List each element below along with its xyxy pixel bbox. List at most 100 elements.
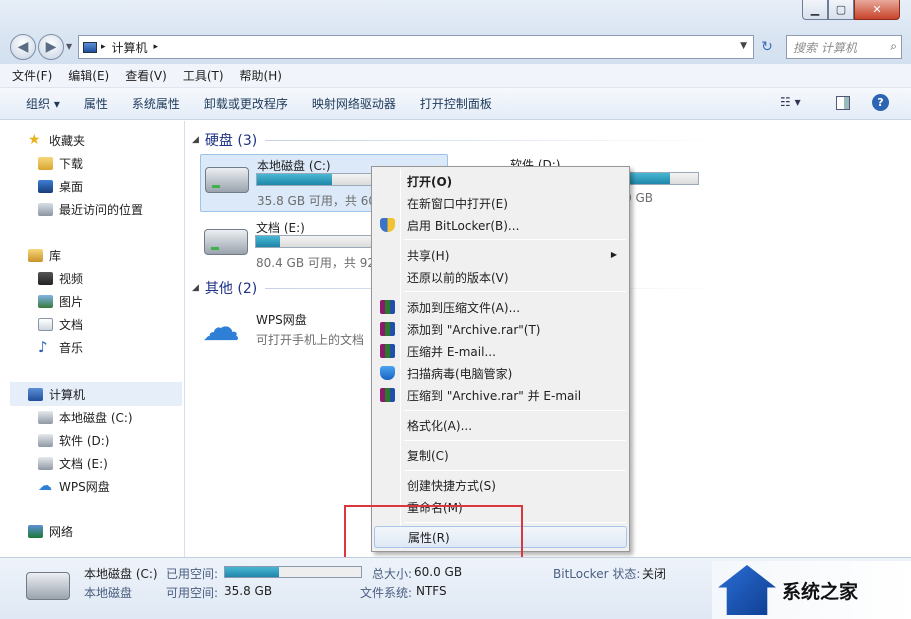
- menu-item-scan-virus[interactable]: 扫描病毒(电脑管家): [374, 362, 627, 384]
- menu-item-compress-rar-email[interactable]: 压缩到 "Archive.rar" 并 E-mail: [374, 384, 627, 406]
- map-network-drive-button[interactable]: 映射网络驱动器: [312, 95, 396, 112]
- drive-c-usage-fill: [257, 174, 333, 185]
- help-icon[interactable]: ?: [872, 94, 889, 111]
- collapse-icon[interactable]: ◢: [192, 135, 199, 145]
- menu-item-add-archive-label: 添加到压缩文件(A)...: [407, 300, 521, 315]
- properties-button[interactable]: 属性: [84, 95, 108, 112]
- drive-e-capacity: 80.4 GB 可用，共 92: [256, 256, 375, 270]
- nav-pictures-label: 图片: [59, 294, 84, 309]
- nav-pictures[interactable]: 图片: [38, 291, 83, 311]
- collapse-icon[interactable]: ◢: [192, 283, 199, 293]
- nav-library[interactable]: 库: [28, 245, 61, 265]
- breadcrumb-computer[interactable]: 计算机: [112, 39, 148, 56]
- organize-button[interactable]: 组织 ▾: [26, 95, 60, 112]
- breadcrumb-separator-icon[interactable]: ▸: [154, 42, 159, 52]
- menu-view[interactable]: 查看(V): [125, 67, 167, 84]
- nav-recent-label: 最近访问的位置: [59, 202, 144, 217]
- menu-item-compress-email[interactable]: 压缩并 E-mail...: [374, 340, 627, 362]
- nav-downloads-label: 下载: [59, 156, 84, 171]
- nav-network[interactable]: 网络: [28, 521, 73, 541]
- search-input[interactable]: 搜索 计算机 ⌕: [786, 35, 902, 59]
- menu-item-open-new-label: 在新窗口中打开(E): [407, 196, 508, 211]
- menu-item-open[interactable]: 打开(O): [374, 170, 627, 192]
- minimize-button[interactable]: ▁: [802, 0, 828, 20]
- menu-bar: 文件(F) 编辑(E) 查看(V) 工具(T) 帮助(H): [0, 64, 911, 88]
- group-other-label: 其他 (2): [204, 281, 258, 297]
- menu-item-share[interactable]: 共享(H) ▶: [374, 244, 627, 266]
- system-drive-icon: [26, 572, 70, 600]
- menu-item-bitlocker[interactable]: 启用 BitLocker(B)...: [374, 214, 627, 236]
- system-properties-button[interactable]: 系统属性: [132, 95, 180, 112]
- nav-videos[interactable]: 视频: [38, 268, 83, 288]
- drive-e-usage-fill: [256, 236, 281, 247]
- nav-favorites[interactable]: ★ 收藏夹: [28, 130, 85, 150]
- menu-item-share-label: 共享(H): [407, 248, 450, 263]
- nav-drive-d[interactable]: 软件 (D:): [38, 430, 109, 450]
- recent-pages-dropdown[interactable]: ▼: [66, 42, 72, 51]
- nav-drive-e[interactable]: 文档 (E:): [38, 453, 108, 473]
- back-button[interactable]: ◀: [10, 34, 36, 60]
- close-button[interactable]: ✕: [854, 0, 900, 20]
- menu-file[interactable]: 文件(F): [12, 67, 52, 84]
- explorer-window: ▁ ▢ ✕ ◀ ▶ ▼ ▸ 计算机 ▸ ▼ ↻ 搜索 计算机 ⌕ 文件(F) 编…: [0, 0, 911, 619]
- music-icon: ♪: [38, 337, 48, 356]
- uninstall-program-button[interactable]: 卸载或更改程序: [204, 95, 288, 112]
- security-shield-icon: [380, 366, 395, 380]
- address-dropdown-icon[interactable]: ▼: [740, 41, 747, 51]
- watermark-text: 系统之家: [782, 580, 859, 603]
- menu-item-restore-versions[interactable]: 还原以前的版本(V): [374, 266, 627, 288]
- refresh-icon[interactable]: ↻: [756, 35, 778, 59]
- wps-cloud-name: WPS网盘: [256, 313, 307, 327]
- house-logo-icon: [718, 565, 776, 615]
- nav-recent-places[interactable]: 最近访问的位置: [38, 199, 143, 219]
- maximize-button[interactable]: ▢: [828, 0, 854, 20]
- address-bar[interactable]: ▸ 计算机 ▸ ▼: [78, 35, 754, 59]
- nav-drive-e-label: 文档 (E:): [59, 456, 108, 471]
- document-icon: [38, 317, 53, 331]
- menu-item-compress-rar-email-label: 压缩到 "Archive.rar" 并 E-mail: [407, 388, 582, 403]
- forward-button[interactable]: ▶: [38, 34, 64, 60]
- search-placeholder: 搜索 计算机: [793, 40, 857, 55]
- nav-documents[interactable]: 文档: [38, 314, 83, 334]
- menu-item-copy[interactable]: 复制(C): [374, 444, 627, 466]
- drive-c-capacity: 35.8 GB 可用，共 60: [257, 194, 376, 208]
- open-control-panel-button[interactable]: 打开控制面板: [420, 95, 492, 112]
- group-hard-drives[interactable]: ◢ 硬盘 (3): [192, 130, 726, 150]
- nav-music[interactable]: ♪ 音乐: [38, 337, 83, 357]
- details-total-value: 60.0 GB: [414, 565, 463, 579]
- nav-drive-d-label: 软件 (D:): [59, 433, 110, 448]
- details-usage-bar: [224, 566, 362, 578]
- nav-computer[interactable]: 计算机: [28, 384, 85, 404]
- menu-separator: [404, 239, 626, 240]
- nav-wps-label: WPS网盘: [59, 479, 110, 494]
- nav-wps-cloud[interactable]: ☁ WPS网盘: [38, 476, 110, 496]
- menu-item-open-new-window[interactable]: 在新窗口中打开(E): [374, 192, 627, 214]
- details-usage-fill: [225, 567, 280, 577]
- menu-item-format[interactable]: 格式化(A)...: [374, 414, 627, 436]
- breadcrumb-separator-icon[interactable]: ▸: [101, 42, 106, 52]
- drive-icon: [38, 433, 53, 447]
- menu-edit[interactable]: 编辑(E): [68, 67, 109, 84]
- library-icon: [28, 248, 43, 262]
- wps-cloud-desc: 可打开手机上的文档: [256, 333, 365, 347]
- drive-c-name: 本地磁盘 (C:): [257, 159, 331, 173]
- network-icon: [28, 524, 43, 538]
- details-used-label: 已用空间:: [166, 567, 219, 581]
- nav-drive-c[interactable]: 本地磁盘 (C:): [38, 407, 133, 427]
- nav-desktop[interactable]: 桌面: [38, 176, 83, 196]
- menu-tools[interactable]: 工具(T): [183, 67, 224, 84]
- menu-item-create-shortcut[interactable]: 创建快捷方式(S): [374, 474, 627, 496]
- site-watermark: 系统之家: [712, 561, 911, 619]
- menu-item-add-to-rar[interactable]: 添加到 "Archive.rar"(T): [374, 318, 627, 340]
- menu-help[interactable]: 帮助(H): [240, 67, 282, 84]
- menu-item-add-to-archive[interactable]: 添加到压缩文件(A)...: [374, 296, 627, 318]
- address-row: ◀ ▶ ▼ ▸ 计算机 ▸ ▼ ↻ 搜索 计算机 ⌕: [0, 30, 911, 64]
- search-icon[interactable]: ⌕: [890, 39, 897, 54]
- nav-desktop-label: 桌面: [59, 179, 84, 194]
- preview-pane-icon[interactable]: [836, 96, 850, 110]
- desktop-icon: [38, 179, 53, 193]
- group-hard-drives-label: 硬盘 (3): [204, 133, 258, 149]
- context-menu: 打开(O) 在新窗口中打开(E) 启用 BitLocker(B)... 共享(H…: [371, 166, 630, 552]
- nav-downloads[interactable]: 下载: [38, 153, 83, 173]
- change-view-icon[interactable]: ☷ ▾: [780, 95, 801, 109]
